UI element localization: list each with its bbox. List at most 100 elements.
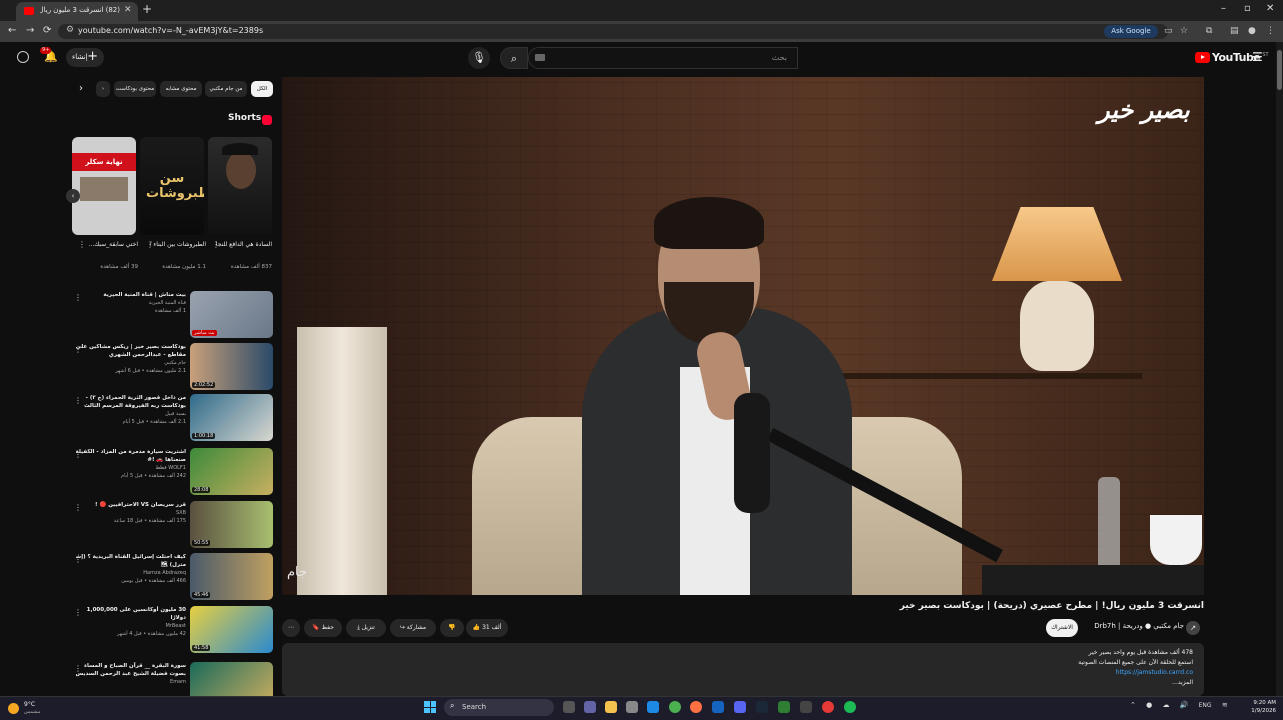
search-button[interactable]: ⌕ <box>500 47 528 69</box>
file-explorer-icon[interactable] <box>605 701 617 713</box>
short-more-icon-1[interactable]: ⋮ <box>212 240 220 249</box>
volume-tray-icon[interactable]: 🔊 <box>1180 701 1189 709</box>
channel-avatar[interactable]: ↗ <box>1186 621 1200 635</box>
discord-icon[interactable] <box>734 701 746 713</box>
show-more-button[interactable]: ...المزيد <box>1172 679 1193 686</box>
create-button[interactable]: إنشاء + <box>66 48 104 67</box>
download-button[interactable]: ⤓ تنزيل <box>346 619 386 637</box>
forward-icon[interactable]: → <box>26 25 34 36</box>
steam-icon[interactable] <box>756 701 768 713</box>
chip-all[interactable]: الكل <box>251 81 273 97</box>
list-item[interactable]: بث مباشر بيت مناش | قناة المنبة الحيرية … <box>66 291 276 341</box>
like-button[interactable]: 👍 31 ألف <box>466 619 508 637</box>
chip-podcast[interactable]: محتوى بودكاست <box>114 81 156 97</box>
keyboard-icon[interactable] <box>535 54 545 61</box>
hamburger-menu-icon[interactable]: ☰ <box>1252 50 1263 64</box>
list-item[interactable]: 28:08 اشتريت سيارة مدمرة من المزاد - الك… <box>66 448 276 498</box>
settings-gear-icon[interactable] <box>800 701 812 713</box>
more-icon[interactable]: ⋮ <box>74 396 82 405</box>
more-icon[interactable]: ⋮ <box>74 503 82 512</box>
description-panel[interactable] <box>282 643 1204 696</box>
chevron-right-icon[interactable]: › <box>79 83 83 94</box>
bookmark-star-icon[interactable]: ☆ <box>1180 26 1188 36</box>
chip-related[interactable]: محتوى مشابه <box>160 81 202 97</box>
maximize-icon[interactable]: ▫ <box>1244 3 1251 14</box>
list-item[interactable]: سورة البقرة __ قرآن الصباح و المساء بصوت… <box>66 662 276 696</box>
short-title-2[interactable]: الطبروشات بين البناء // نقسم ... <box>150 240 206 249</box>
save-button[interactable]: 🔖 حفظ <box>304 619 342 637</box>
chip-from-channel[interactable]: من جام مكتبي <box>205 81 247 97</box>
search-input[interactable]: بحث <box>528 47 798 69</box>
video-thumbnail[interactable]: 45:46 <box>190 553 273 600</box>
more-icon[interactable]: ⋮ <box>74 450 82 459</box>
address-bar[interactable]: ⚙ youtube.com/watch?v=-N_-avEM3jY&t=2389… <box>58 24 1168 39</box>
short-thumbnail-1[interactable] <box>208 137 272 235</box>
chip-scroll-icon[interactable]: › <box>96 81 110 97</box>
list-item[interactable]: 2:02:52 بودكاست بصير خير | ريكس مشاكين ع… <box>66 343 276 393</box>
close-tab-icon[interactable]: ✕ <box>124 5 132 15</box>
defender-icon[interactable] <box>712 701 724 713</box>
more-icon[interactable]: ⋮ <box>74 293 82 302</box>
edge-icon[interactable] <box>647 701 659 713</box>
short-title-1[interactable]: السادة هي الدافع للنجاح 🏆 |... <box>216 240 272 249</box>
share-button[interactable]: ↪ مشاركة <box>390 619 436 637</box>
reload-icon[interactable]: ⟳ <box>43 25 51 36</box>
video-thumbnail[interactable]: بث مباشر <box>190 291 273 338</box>
task-view-icon[interactable] <box>563 701 575 713</box>
channel-name[interactable]: جام مكتبي ● ودريحة | Drb7h <box>1084 622 1184 630</box>
ask-google-button[interactable]: Ask Google <box>1104 25 1158 38</box>
cast-icon[interactable]: ▭ <box>1164 26 1173 36</box>
short-title-3[interactable]: اختي سابقة_سبك... <box>82 240 139 249</box>
scrollbar-thumb[interactable] <box>1277 50 1282 90</box>
short-thumbnail-2[interactable]: سن الطبروشات <box>140 137 204 235</box>
wifi-icon[interactable]: ≋ <box>1222 701 1228 709</box>
description-link[interactable]: https://jamstudio.carrd.co <box>1116 669 1193 676</box>
more-icon[interactable]: ⋮ <box>74 345 82 354</box>
chevron-up-icon[interactable]: ⌃ <box>1130 701 1136 709</box>
system-clock[interactable]: 9:20 AM 1/9/2026 <box>1246 699 1276 715</box>
video-thumbnail[interactable]: 41:58 <box>190 606 273 653</box>
window-close-icon[interactable]: ✕ <box>1266 3 1274 14</box>
sidepanel-icon[interactable]: ▤ <box>1230 26 1239 36</box>
teams-icon[interactable] <box>584 701 596 713</box>
spotify-icon[interactable] <box>844 701 856 713</box>
extensions-icon[interactable]: ⧉ <box>1206 26 1212 36</box>
dislike-button[interactable]: 👎 <box>440 619 464 637</box>
video-thumbnail[interactable]: 28:08 <box>190 448 273 495</box>
more-icon[interactable]: ⋮ <box>74 664 82 673</box>
shorts-prev-button[interactable]: ‹ <box>66 189 80 203</box>
firefox-icon[interactable] <box>690 701 702 713</box>
windows-start-icon[interactable] <box>424 701 436 713</box>
list-item[interactable]: 1:00:18 من داخل قصور الثرية الحمراء (ج ٢… <box>66 394 276 444</box>
voice-search-button[interactable]: 🎙 <box>468 47 490 69</box>
video-thumbnail[interactable]: 50:55 <box>190 501 273 548</box>
video-thumbnail[interactable]: 1:00:18 <box>190 394 273 441</box>
language-indicator[interactable]: ENG <box>1199 702 1212 709</box>
account-avatar[interactable] <box>17 51 29 63</box>
store-icon[interactable] <box>626 701 638 713</box>
xbox-icon[interactable] <box>778 701 790 713</box>
more-actions-button[interactable]: ⋯ <box>282 619 300 637</box>
system-tray[interactable]: ⌃ ● ☁ 🔊 ENG ≋ <box>1130 701 1228 709</box>
back-icon[interactable]: ← <box>8 25 16 36</box>
video-player[interactable] <box>282 77 1204 595</box>
more-icon[interactable]: ⋮ <box>74 608 82 617</box>
taskbar-search[interactable]: ⌕ Search <box>444 699 554 716</box>
tray-app-icon[interactable]: ● <box>1146 701 1152 709</box>
list-item[interactable]: 41:58 30 مليون أوكانسين على 1,000,000 دو… <box>66 606 276 656</box>
chrome-icon[interactable] <box>669 701 681 713</box>
short-thumbnail-3[interactable]: نهاية سكلر <box>72 137 136 235</box>
browser-menu-icon[interactable]: ⋮ <box>1266 26 1275 36</box>
subscribe-button[interactable]: الاشتراك <box>1046 619 1078 637</box>
list-item[interactable]: 45:46 كيف احتلت إسرائيل القناة البريدية … <box>66 553 276 603</box>
browser-app-icon[interactable] <box>822 701 834 713</box>
profile-icon[interactable]: ● <box>1248 26 1256 36</box>
site-info-icon[interactable]: ⚙ <box>66 25 74 35</box>
list-item[interactable]: 50:55 قرر سريصان VS الاحترافيين 🔴 ! SXB … <box>66 501 276 551</box>
short-more-icon-3[interactable]: ⋮ <box>78 240 86 249</box>
page-scrollbar[interactable] <box>1276 42 1283 696</box>
browser-tab[interactable]: (82) انسرقت 3 مليون ريال| مطرح ✕ <box>16 2 138 21</box>
short-more-icon-2[interactable]: ⋮ <box>146 240 154 249</box>
video-thumbnail[interactable]: 2:02:52 <box>190 343 273 390</box>
video-thumbnail[interactable] <box>190 662 273 696</box>
